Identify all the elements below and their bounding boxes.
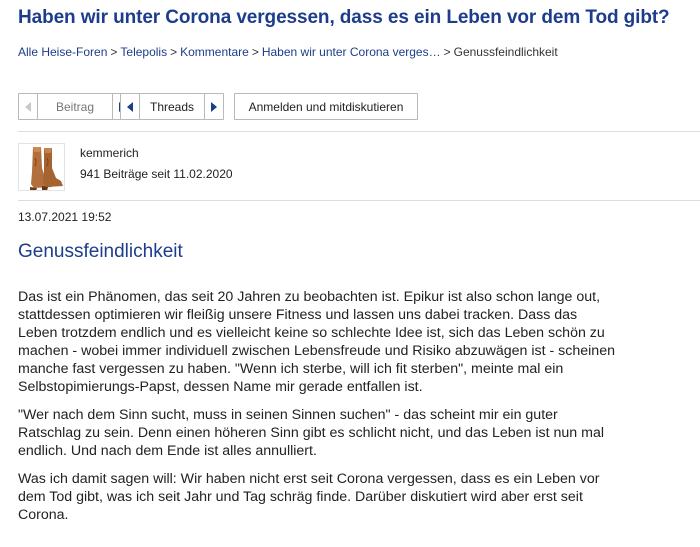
breadcrumb-link-forums[interactable]: Alle Heise-Foren [18, 45, 107, 59]
post-paragraph: "Wer nach dem Sinn sucht, muss in seinen… [18, 407, 604, 459]
breadcrumb-separator: > [251, 45, 259, 59]
previous-thread-button[interactable] [120, 93, 140, 120]
breadcrumb-separator: > [110, 45, 118, 59]
thread-title: Haben wir unter Corona vergessen, dass e… [18, 7, 670, 28]
login-button-label: Anmelden und mitdiskutieren [248, 99, 404, 114]
breadcrumb-link-kommentare[interactable]: Kommentare [180, 45, 249, 59]
next-thread-button[interactable] [204, 93, 224, 120]
author-name[interactable]: kemmerich [80, 146, 139, 160]
arrow-left-icon [25, 101, 31, 112]
author-post-count: 941 Beiträge seit 11.02.2020 [80, 167, 233, 181]
login-to-discuss-button[interactable]: Anmelden und mitdiskutieren [234, 93, 418, 120]
post-title: Genussfeindlichkeit [18, 241, 183, 262]
post-body: Das ist ein Phänomen, das seit 20 Jahren… [18, 288, 618, 534]
post-paragraph: Das ist ein Phänomen, das seit 20 Jahren… [18, 289, 615, 395]
arrow-right-icon [211, 101, 217, 112]
author-divider [18, 200, 700, 201]
toolbar-divider [18, 131, 700, 132]
cowboy-boot-icon [19, 144, 64, 190]
threads-nav-text: Threads [149, 99, 195, 114]
avatar[interactable] [18, 143, 65, 191]
previous-post-button[interactable] [18, 93, 38, 120]
post-paragraph: Was ich damit sagen will: Wir haben nich… [18, 471, 600, 523]
breadcrumb-link-thread[interactable]: Haben wir unter Corona verges… [262, 45, 441, 59]
post-date: 13.07.2021 19:52 [18, 210, 112, 224]
breadcrumb-link-telepolis[interactable]: Telepolis [120, 45, 167, 59]
post-nav-text: Beitrag [55, 99, 95, 114]
breadcrumb: Alle Heise-Foren > Telepolis > Kommentare > Ha… [18, 45, 558, 59]
threads-nav-label[interactable]: Threads [139, 93, 205, 120]
post-nav-label: Beitrag [37, 93, 113, 120]
breadcrumb-separator: > [170, 45, 178, 59]
breadcrumb-current: Genussfeindlichkeit [453, 45, 558, 59]
breadcrumb-separator: > [443, 45, 451, 59]
arrow-left-icon [127, 101, 133, 112]
